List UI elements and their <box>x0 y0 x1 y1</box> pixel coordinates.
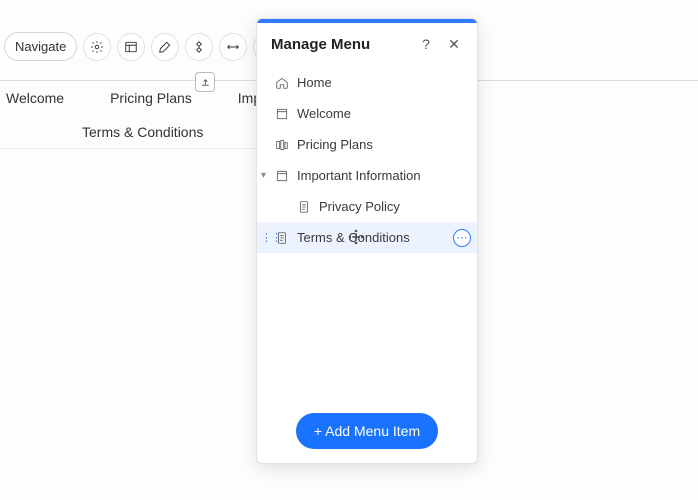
brush-icon[interactable] <box>151 33 179 61</box>
layout-icon[interactable] <box>117 33 145 61</box>
menu-item-important[interactable]: ▾ Important Information <box>257 160 477 191</box>
panel-header: Manage Menu ? ✕ <box>257 23 477 65</box>
menu-item-pricing[interactable]: Pricing Plans <box>257 129 477 160</box>
page-icon <box>275 169 289 183</box>
upload-icon[interactable] <box>195 72 215 92</box>
manage-menu-panel: Manage Menu ? ✕ Home Welcome Pricing Pla… <box>256 18 478 464</box>
divider <box>0 148 256 149</box>
arrows-h-icon[interactable] <box>219 33 247 61</box>
tab-welcome[interactable]: Welcome <box>6 90 64 106</box>
add-menu-item-button[interactable]: + Add Menu Item <box>296 413 438 449</box>
help-icon[interactable]: ? <box>417 35 435 53</box>
page-icon <box>275 107 289 121</box>
tab-pricing[interactable]: Pricing Plans <box>110 90 192 106</box>
plans-icon <box>275 138 289 152</box>
move-cursor-icon <box>347 228 365 246</box>
menu-item-privacy[interactable]: Privacy Policy <box>257 191 477 222</box>
chevron-down-icon[interactable]: ▾ <box>261 170 266 181</box>
navigate-button[interactable]: Navigate <box>4 32 77 61</box>
close-icon[interactable]: ✕ <box>445 35 463 53</box>
page-tabs: Welcome Pricing Plans Important Informat… <box>0 90 266 106</box>
menu-item-label: Important Information <box>297 168 421 183</box>
menu-item-label: Welcome <box>297 106 351 121</box>
menu-item-welcome[interactable]: Welcome <box>257 98 477 129</box>
menu-list: Home Welcome Pricing Plans ▾ Important I… <box>257 65 477 399</box>
more-actions-button[interactable]: ⋯ <box>453 229 471 247</box>
menu-item-label: Pricing Plans <box>297 137 373 152</box>
menu-item-label: Home <box>297 75 332 90</box>
panel-footer: + Add Menu Item <box>257 399 477 463</box>
gear-icon[interactable] <box>83 33 111 61</box>
home-icon <box>275 76 289 90</box>
panel-title: Manage Menu <box>271 36 370 53</box>
diamond-icon[interactable] <box>185 33 213 61</box>
page-title: Terms & Conditions <box>82 124 203 140</box>
drag-handle-icon[interactable]: ⋮⋮ <box>261 231 281 244</box>
menu-item-terms[interactable]: ⋮⋮ Terms & Conditions ⋯ <box>257 222 477 253</box>
menu-item-label: Privacy Policy <box>319 199 400 214</box>
editor-toolbar: Navigate <box>4 32 281 61</box>
menu-item-home[interactable]: Home <box>257 67 477 98</box>
doc-icon <box>297 200 311 214</box>
